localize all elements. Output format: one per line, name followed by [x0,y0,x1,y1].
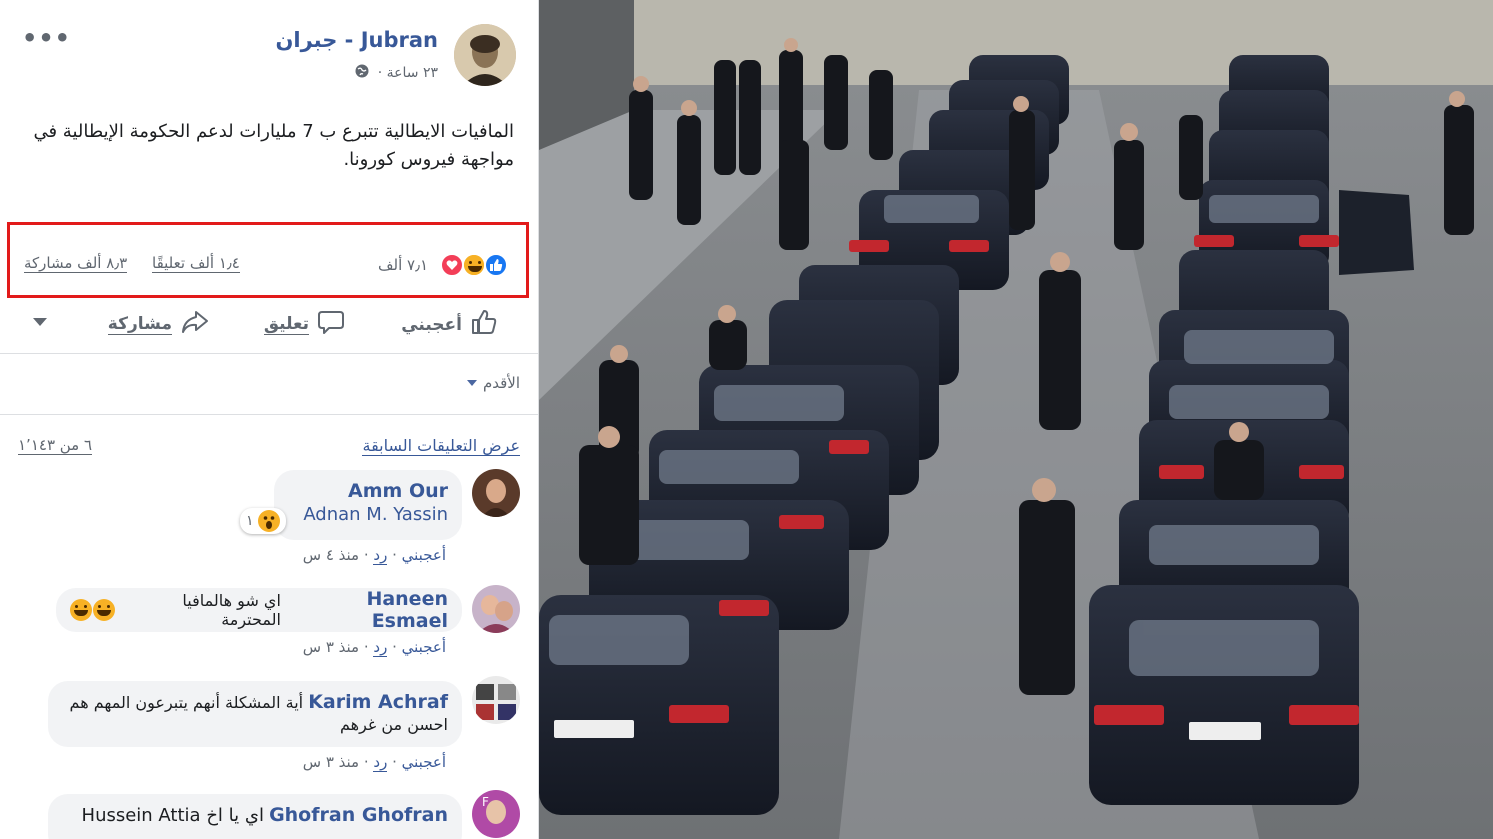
comment-author[interactable]: Haneen Esmael [287,588,448,632]
comment-text: اي شو هالمافيا المحترمة [182,591,281,629]
shares-count-link[interactable]: ٨٫٣ ألف مشاركة [24,254,128,273]
post-panel: ••• جبران - Jubran ٢٣ ساعة · المافيات ال… [0,0,539,839]
comment-text: اي يا اخ Hussein Attia [81,805,264,826]
comment-author[interactable]: Ghofran Ghofran [269,804,448,826]
page-avatar[interactable] [454,24,516,86]
comment-time[interactable]: منذ ٣ س [303,753,359,771]
comment-bubble: Amm Our Adnan M. Yassin [274,470,462,540]
comment-text: أية المشكلة أنهم يتبرعون المهم هم [69,693,304,712]
more-options-icon[interactable]: ••• [22,24,71,52]
comment-button[interactable]: تعليق [263,308,345,341]
comment-like-link[interactable]: أعجبني [402,546,446,564]
stats-highlight-box: ٧٫١ ألف ١٫٤ ألف تعليقًا ٨٫٣ ألف مشاركة [7,222,529,298]
comments-counter: ٦ من ١٬١٤٣ [18,436,93,455]
share-arrow-icon [180,308,210,341]
share-button[interactable]: مشاركة [107,308,210,341]
svg-text:F: F [482,795,489,809]
comment-actions: أعجبني · رد · منذ ٤ س [302,546,446,565]
speech-bubble-icon [317,308,345,341]
comment-like-link[interactable]: أعجبني [402,638,446,656]
globe-icon [355,64,369,82]
commenter-avatar[interactable] [472,676,520,724]
post-text: المافيات الايطالية تتبرع ب 7 مليارات لدع… [33,121,514,170]
page-name-link[interactable]: جبران - Jubran [275,28,438,52]
comment-author[interactable]: Karim Achraf [308,691,448,713]
comment-time[interactable]: منذ ٤ س [303,546,359,564]
thumbs-up-icon [470,308,498,341]
laughing-emoji-icon [70,599,115,621]
comment-actions: أعجبني · رد · منذ ٣ س [302,753,446,772]
haha-reaction-icon [462,253,486,277]
comment-label: تعليق [263,314,309,335]
post-meta: ٢٣ ساعة · [355,64,438,82]
commenter-avatar[interactable] [472,469,520,517]
like-label: أعجبني [401,314,462,335]
reactions-count[interactable]: ٧٫١ ألف [378,256,428,274]
divider [0,353,538,354]
commenter-avatar[interactable]: F [472,790,520,838]
comments-count-link[interactable]: ١٫٤ ألف تعليقًا [152,254,240,273]
reaction-count: ١ [246,513,254,529]
comment-reply-link[interactable]: رد [373,638,388,657]
mention-link[interactable]: Adnan M. Yassin [288,504,448,525]
comment-bubble: Ghofran Ghofran اي يا اخ Hussein Attia [48,794,462,839]
like-button[interactable]: أعجبني [401,308,498,341]
post-photo[interactable] [539,0,1493,839]
post-time[interactable]: ٢٣ ساعة · [378,65,438,81]
like-reaction-icon [484,253,508,277]
chevron-down-icon [466,380,477,386]
comment-reply-link[interactable]: رد [373,753,388,772]
comment-reply-link[interactable]: رد [373,546,388,565]
love-reaction-icon [440,253,464,277]
commenter-avatar[interactable] [472,585,520,633]
share-dropdown-icon[interactable] [33,318,47,326]
share-label: مشاركة [107,314,172,335]
comment-sort-dropdown[interactable]: الأقدم [466,374,520,392]
sort-label: الأقدم [482,374,520,392]
comment-bubble: Haneen Esmael اي شو هالمافيا المحترمة [56,588,462,632]
divider [0,414,538,415]
comment-bubble: Karim Achraf أية المشكلة أنهم يتبرعون ال… [48,681,462,747]
comment-author[interactable]: Amm Our [288,480,448,502]
comment-time[interactable]: منذ ٣ س [303,638,359,656]
comment-text: احسن من غرهم [340,715,448,734]
wow-reaction-icon [257,510,280,532]
reactions-summary[interactable]: ٧٫١ ألف [378,253,508,277]
comment-like-link[interactable]: أعجبني [402,753,446,771]
comment-actions: أعجبني · رد · منذ ٣ س [302,638,446,657]
view-previous-comments-link[interactable]: عرض التعليقات السابقة [362,436,520,456]
comment-reaction-badge[interactable]: ١ [240,508,286,534]
